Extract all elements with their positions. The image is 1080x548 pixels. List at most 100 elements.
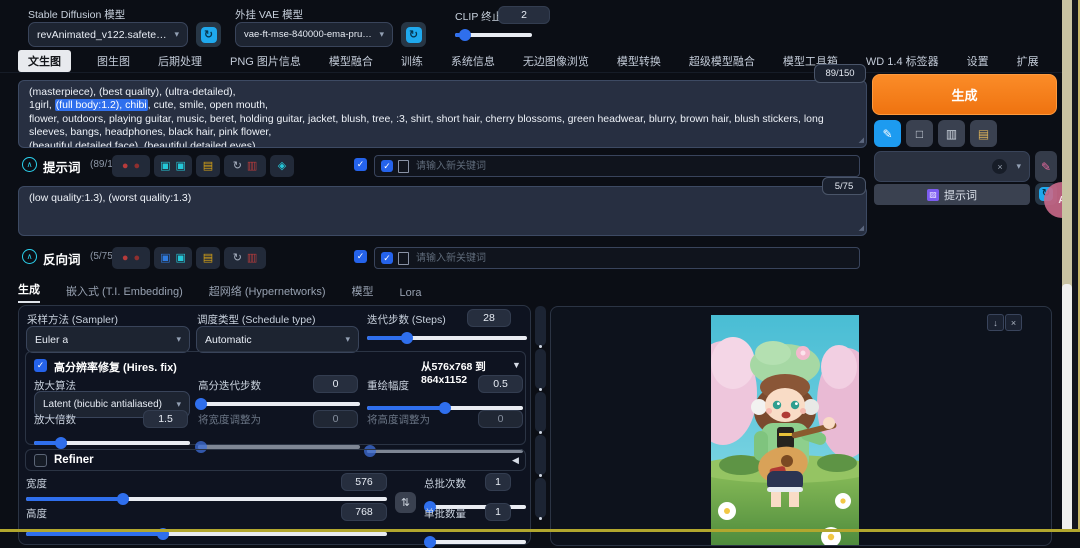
resize-handle-icon[interactable]: ◢ (859, 134, 864, 147)
prompt-textarea[interactable]: (masterpiece), (best quality), (ultra-de… (18, 80, 867, 148)
sampler-select[interactable]: Euler a ▾ (26, 326, 190, 353)
refiner-checkbox[interactable] (34, 454, 47, 467)
slider-fill (26, 497, 123, 501)
subtab-checkpoints[interactable]: 模型 (352, 283, 374, 303)
keyword-checkbox[interactable]: ✓ (381, 160, 393, 172)
tab-train[interactable]: 训练 (399, 50, 425, 72)
red-dot-icon[interactable]: ● (122, 253, 129, 264)
undo-icon[interactable]: ↻ (233, 161, 242, 172)
tab-system-info[interactable]: 系统信息 (449, 50, 497, 72)
tab-infinite-browser[interactable]: 无边图像浏览 (521, 50, 591, 72)
slider-knob[interactable] (401, 332, 413, 344)
tab-extras[interactable]: 后期处理 (156, 50, 204, 72)
subtab-hypernetworks[interactable]: 超网络 (Hypernetworks) (209, 283, 326, 303)
subtab-lora[interactable]: Lora (400, 287, 422, 303)
flower-icon[interactable]: ◈ (278, 161, 286, 172)
resize-width-value[interactable]: 0 (313, 410, 358, 428)
collapse-caret-icon[interactable]: ▼ (512, 360, 521, 370)
red-dot-icon[interactable]: ● (134, 253, 141, 264)
subtab-embedding[interactable]: 嵌入式 (T.I. Embedding) (66, 283, 183, 303)
tab-png-info[interactable]: PNG 图片信息 (228, 50, 303, 72)
generate-button[interactable]: 生成 (872, 74, 1057, 115)
vae-select[interactable]: vae-ft-mse-840000-ema-pruned.safetensors… (235, 22, 393, 47)
scale-value[interactable]: 1.5 (143, 410, 188, 428)
negative-toggle-checkbox[interactable]: ✓ (354, 250, 367, 263)
steps-value[interactable]: 28 (467, 309, 511, 327)
keyword-input[interactable] (414, 252, 853, 265)
tab-img2img[interactable]: 图生图 (95, 50, 132, 72)
generated-image[interactable] (711, 315, 859, 546)
red-dot-icon[interactable]: ● (122, 161, 129, 172)
clear-prompt-button[interactable]: ▥ (938, 120, 965, 147)
empty-box-icon[interactable] (398, 252, 409, 265)
batch-size-slider[interactable] (427, 540, 526, 544)
paste-icon[interactable]: ▣ (176, 161, 186, 172)
subtab-generate[interactable]: 生成 (18, 281, 40, 303)
slider-knob[interactable] (195, 398, 207, 410)
tab-checkpoint-merger[interactable]: 模型融合 (327, 50, 375, 72)
hires-steps-value[interactable]: 0 (313, 375, 358, 393)
empty-box-icon[interactable] (398, 160, 409, 173)
clip-skip-slider[interactable] (455, 33, 532, 37)
scale-slider[interactable] (34, 441, 190, 445)
tab-wd14-tagger[interactable]: WD 1.4 标签器 (864, 50, 941, 72)
sd-model-refresh-button[interactable]: ↻ (196, 22, 221, 47)
resize-height-value[interactable]: 0 (478, 410, 523, 428)
card-icon[interactable]: ▤ (203, 161, 213, 172)
denoise-value[interactable]: 0.5 (478, 375, 523, 393)
copy-icon[interactable]: ▣ (160, 161, 170, 172)
extra-networks-button[interactable]: ▤ (970, 120, 997, 147)
tab-settings[interactable]: 设置 (965, 50, 991, 72)
red-dot-icon[interactable]: ● (134, 161, 141, 172)
negative-textarea[interactable]: (low quality:1.3), (worst quality:1.3) ◢ (18, 186, 867, 236)
keyword-checkbox[interactable]: ✓ (381, 252, 393, 264)
styles-select[interactable]: × ▾ (874, 151, 1030, 182)
clear-selection-icon[interactable]: × (992, 159, 1007, 174)
download-image-button[interactable]: ↓ (987, 314, 1004, 331)
collapse-icon[interactable]: ∧ (22, 249, 37, 264)
width-value[interactable]: 576 (341, 473, 387, 491)
tab-model-converter[interactable]: 模型转换 (615, 50, 663, 72)
page-scrollbar-thumb[interactable] (1062, 284, 1072, 532)
edit-button[interactable]: ✎ (874, 120, 901, 147)
hires-checkbox[interactable]: ✓ (34, 359, 47, 372)
close-image-button[interactable]: × (1005, 314, 1022, 331)
height-value[interactable]: 768 (341, 503, 387, 521)
tab-extensions[interactable]: 扩展 (1015, 50, 1041, 72)
width-slider[interactable] (26, 497, 387, 501)
slider-knob[interactable] (459, 29, 471, 41)
card-icon[interactable]: ▤ (203, 253, 213, 264)
tab-txt2img[interactable]: 文生图 (18, 50, 71, 72)
paste-icon[interactable]: ▣ (176, 253, 186, 264)
height-slider[interactable] (26, 532, 387, 536)
styles-button[interactable]: ▨ 提示词 (874, 184, 1030, 205)
batch-size-value[interactable]: 1 (485, 503, 511, 521)
copy-icon[interactable]: ▣ (160, 253, 170, 264)
refiner-accordion[interactable]: Refiner ◀ (25, 449, 526, 471)
schedule-select[interactable]: Automatic ▾ (196, 326, 359, 353)
apply-styles-button[interactable]: ✎ (1035, 151, 1057, 182)
clip-skip-value[interactable]: 2 (498, 6, 550, 24)
hires-steps-slider[interactable] (198, 402, 360, 406)
tab-super-merger[interactable]: 超级模型融合 (687, 50, 757, 72)
batch-count-value[interactable]: 1 (485, 473, 511, 491)
prompt-toggle-checkbox[interactable]: ✓ (354, 158, 367, 171)
collapse-icon[interactable]: ∧ (22, 157, 37, 172)
keyword-input[interactable] (414, 160, 853, 173)
undo-icon[interactable]: ↻ (233, 253, 242, 264)
resize-handle-icon[interactable]: ◢ (859, 222, 864, 235)
panel-divider-handle[interactable] (535, 306, 546, 532)
trash-icon[interactable]: ▥ (247, 161, 257, 172)
vae-refresh-button[interactable]: ↻ (401, 22, 426, 47)
slider-knob[interactable] (439, 402, 451, 414)
slider-knob[interactable] (117, 493, 129, 505)
slider-knob[interactable] (424, 536, 436, 548)
slider-knob[interactable] (55, 437, 67, 449)
swap-icon: ⇅ (401, 496, 410, 509)
copy-params-button[interactable]: □ (906, 120, 933, 147)
trash-icon[interactable]: ▥ (247, 253, 257, 264)
collapse-caret-icon[interactable]: ◀ (512, 455, 519, 466)
swap-dimensions-button[interactable]: ⇅ (395, 492, 416, 513)
steps-slider[interactable] (367, 336, 527, 340)
sd-model-select[interactable]: revAnimated_v122.safetensors ▾ (28, 22, 188, 47)
